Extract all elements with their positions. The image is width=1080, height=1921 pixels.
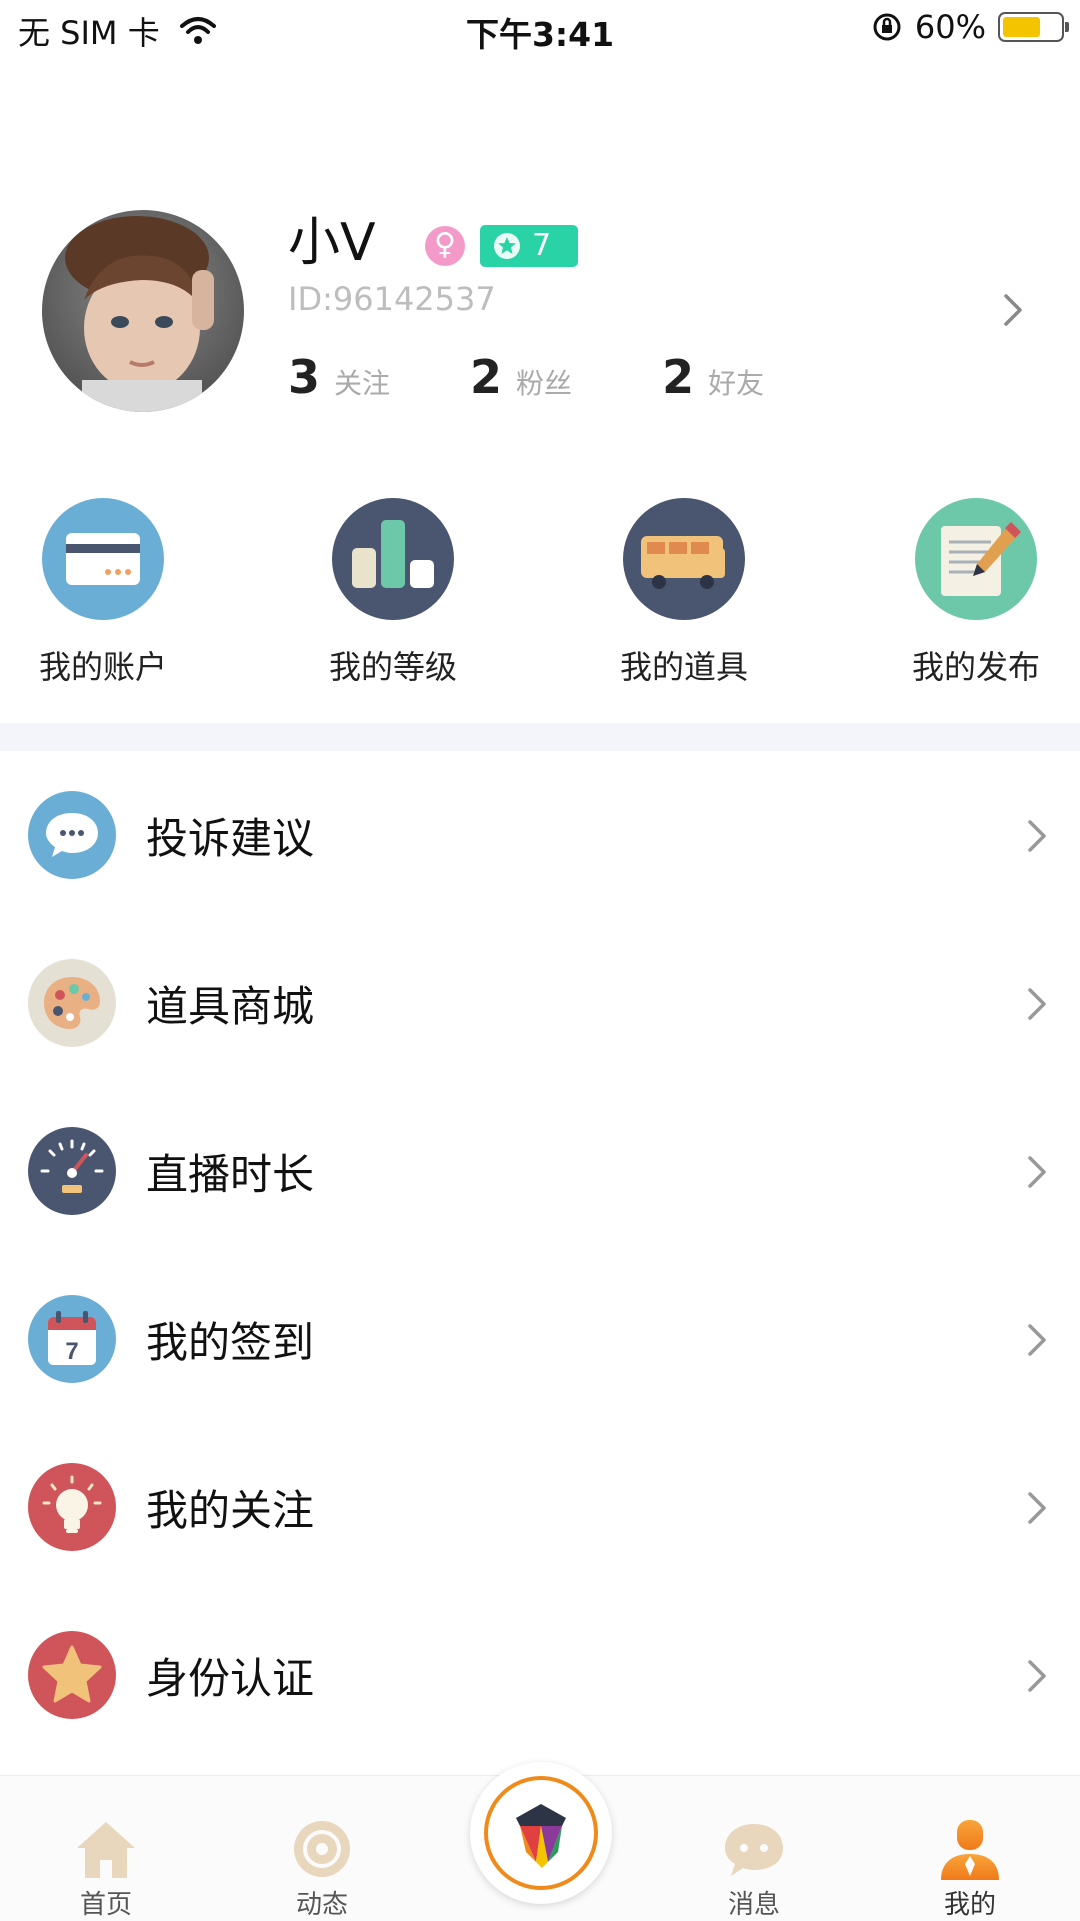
battery-percent: 60% — [914, 8, 986, 46]
chevron-right-icon — [1028, 988, 1046, 1020]
menu-label-follow: 我的关注 — [146, 1486, 315, 1535]
menu-label-live-duration: 直播时长 — [146, 1150, 315, 1199]
stat-friends[interactable]: 2 好友 — [662, 350, 764, 404]
chat-bubble-icon — [28, 791, 116, 879]
stat-following-label: 关注 — [334, 367, 391, 400]
center-action-button[interactable] — [470, 1762, 612, 1904]
stat-following-count: 3 — [288, 350, 321, 404]
user-icon — [937, 1816, 1003, 1882]
bus-icon — [623, 498, 745, 620]
stat-following[interactable]: 3 关注 — [288, 350, 390, 404]
tab-mine[interactable]: 我的 — [910, 1816, 1030, 1921]
bar-chart-icon — [332, 498, 454, 620]
stat-fans-label: 粉丝 — [516, 367, 573, 400]
chevron-right-icon — [1028, 1660, 1046, 1692]
message-icon — [721, 1816, 787, 1882]
tab-messages[interactable]: 消息 — [694, 1816, 814, 1921]
menu-item-shop[interactable]: 道具商城 — [0, 919, 1080, 1087]
tab-bar: 首页 动态 消息 我的 — [0, 1762, 1080, 1921]
avatar[interactable] — [42, 210, 244, 412]
level-badge: 7 — [480, 225, 578, 267]
stat-friends-count: 2 — [662, 350, 695, 404]
level-star-icon — [494, 233, 520, 259]
menu-item-checkin[interactable]: 7 我的签到 — [0, 1255, 1080, 1423]
menu-item-follow[interactable]: 我的关注 — [0, 1423, 1080, 1591]
lightbulb-icon — [28, 1463, 116, 1551]
profile-stats: 3 关注 2 粉丝 2 好友 — [288, 350, 834, 404]
tab-home-label: 首页 — [79, 1890, 132, 1920]
status-bar: 无 SIM 卡 下午3:41 60% — [0, 0, 1080, 60]
quick-item-props[interactable]: 我的道具 — [584, 498, 784, 688]
quick-item-publish[interactable]: 我的发布 — [876, 498, 1076, 688]
quick-actions: 我的账户 我的等级 我的道具 我的发布 — [0, 498, 1080, 728]
orientation-lock-icon — [873, 13, 901, 41]
section-divider — [0, 723, 1080, 751]
user-name: 小V — [288, 213, 376, 273]
profile-header[interactable]: 小V ♀ 7 ID:96142537 3 关注 2 粉丝 2 好友 — [0, 190, 1080, 440]
menu-label-verify: 身份认证 — [146, 1654, 315, 1703]
menu-label-checkin: 我的签到 — [146, 1318, 315, 1367]
quick-label-account: 我的账户 — [38, 648, 167, 686]
quick-label-props: 我的道具 — [619, 648, 748, 686]
stat-fans[interactable]: 2 粉丝 — [470, 350, 572, 404]
tab-messages-label: 消息 — [727, 1890, 780, 1920]
quick-item-account[interactable]: 我的账户 — [3, 498, 203, 688]
chevron-right-icon — [1028, 1324, 1046, 1356]
status-right: 60% — [871, 8, 1069, 46]
edit-document-icon — [915, 498, 1037, 620]
speedometer-icon — [28, 1127, 116, 1215]
home-icon — [73, 1816, 139, 1882]
stat-fans-count: 2 — [470, 350, 503, 404]
tab-feed-label: 动态 — [295, 1890, 348, 1920]
quick-item-level[interactable]: 我的等级 — [293, 498, 493, 688]
menu-list: 投诉建议 道具商城 直播时长 7 我的签到 我的关注 身份认证 — [0, 751, 1080, 1759]
battery-icon — [998, 12, 1069, 42]
stat-friends-label: 好友 — [708, 367, 765, 400]
target-icon — [289, 1816, 355, 1882]
star-icon — [28, 1631, 116, 1719]
user-id: ID:96142537 — [288, 280, 496, 318]
menu-label-shop: 道具商城 — [146, 982, 315, 1031]
tab-home[interactable]: 首页 — [46, 1816, 166, 1921]
chevron-right-icon — [1028, 1492, 1046, 1524]
credit-card-icon — [42, 498, 164, 620]
female-gender-icon: ♀ — [425, 226, 465, 266]
svg-text:7: 7 — [65, 1338, 78, 1365]
tab-mine-label: 我的 — [943, 1890, 996, 1920]
level-number: 7 — [532, 228, 552, 263]
menu-label-complaint: 投诉建议 — [146, 814, 315, 863]
tab-feed[interactable]: 动态 — [262, 1816, 382, 1921]
chevron-right-icon — [1028, 820, 1046, 852]
menu-item-live-duration[interactable]: 直播时长 — [0, 1087, 1080, 1255]
quick-label-publish: 我的发布 — [911, 648, 1040, 686]
menu-item-verify[interactable]: 身份认证 — [0, 1591, 1080, 1759]
calendar-icon: 7 — [28, 1295, 116, 1383]
app-logo-icon — [516, 1804, 566, 1868]
menu-item-complaint[interactable]: 投诉建议 — [0, 751, 1080, 919]
chevron-right-icon[interactable] — [998, 290, 1028, 330]
palette-icon — [28, 959, 116, 1047]
quick-label-level: 我的等级 — [328, 648, 457, 686]
chevron-right-icon — [1028, 1156, 1046, 1188]
